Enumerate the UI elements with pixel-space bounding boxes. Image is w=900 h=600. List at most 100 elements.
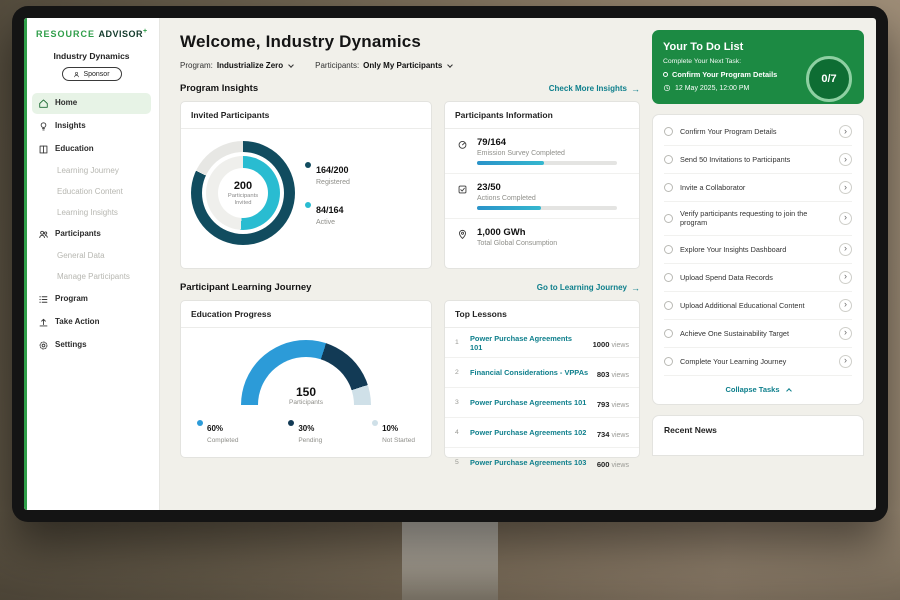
lesson-row: 5 Power Purchase Agreements 103 600views — [445, 448, 639, 477]
page-title: Welcome, Industry Dynamics — [180, 32, 640, 52]
chevron-down-icon — [447, 62, 453, 68]
sidebar-item-settings[interactable]: Settings — [32, 335, 151, 356]
chevron-right-icon[interactable]: › — [839, 327, 852, 340]
brand-resource: RESOURCE — [36, 29, 95, 39]
monitor-bezel: RESOURCE ADVISOR+ Industry Dynamics Spon… — [12, 6, 888, 522]
lesson-row: 4 Power Purchase Agreements 102 734views — [445, 418, 639, 448]
task-checkbox[interactable] — [664, 301, 673, 310]
participants-select[interactable]: Participants: Only My Participants — [315, 61, 452, 70]
sidebar-item-label: Learning Insights — [57, 209, 118, 218]
chevron-right-icon[interactable]: › — [839, 181, 852, 194]
location-pin-icon — [457, 229, 468, 240]
sidebar-item-participants[interactable]: Participants — [32, 224, 151, 245]
legend-dot — [305, 162, 311, 168]
task-checkbox[interactable] — [664, 245, 673, 254]
task-checkbox[interactable] — [664, 214, 673, 223]
desk-shadow — [0, 510, 900, 600]
task-item[interactable]: Upload Additional Educational Content › — [664, 292, 852, 320]
task-checkbox[interactable] — [664, 329, 673, 338]
chevron-right-icon[interactable]: › — [839, 355, 852, 368]
program-select[interactable]: Program: Industrialize Zero — [180, 61, 293, 70]
main-content: Welcome, Industry Dynamics Program: Indu… — [160, 18, 652, 510]
lesson-link[interactable]: Power Purchase Agreements 101 — [470, 334, 586, 352]
chevron-down-icon — [288, 62, 294, 68]
task-checkbox[interactable] — [664, 357, 673, 366]
insights-cards-row: Invited Participants 200 Participants In… — [180, 101, 640, 269]
org-name: Industry Dynamics — [32, 51, 151, 61]
task-checkbox[interactable] — [664, 155, 673, 164]
task-bullet-icon — [663, 72, 668, 77]
task-checkbox[interactable] — [664, 127, 673, 136]
legend-dot — [372, 420, 378, 426]
go-to-learning-journey-link[interactable]: Go to Learning Journey — [537, 283, 640, 293]
sidebar-item-label: Program — [55, 295, 88, 304]
lesson-link[interactable]: Power Purchase Agreements 101 — [470, 398, 590, 407]
task-item[interactable]: Invite a Collaborator › — [664, 174, 852, 202]
info-progress-fill — [477, 206, 541, 210]
invited-center-label: Participants Invited — [222, 193, 264, 207]
lessons-card-title: Top Lessons — [445, 301, 639, 328]
brand-advisor: ADVISOR — [99, 29, 144, 39]
person-icon — [73, 71, 80, 78]
sidebar-item-label: Take Action — [55, 318, 99, 327]
sidebar-item-learning-journey[interactable]: Learning Journey — [32, 162, 151, 181]
sidebar-item-take-action[interactable]: Take Action — [32, 312, 151, 333]
chevron-right-icon[interactable]: › — [839, 153, 852, 166]
sidebar-item-education-content[interactable]: Education Content — [32, 183, 151, 202]
invited-legend: 164/200 Registered 84/164 Active — [305, 160, 350, 226]
check-more-insights-link[interactable]: Check More Insights — [549, 84, 640, 94]
task-item[interactable]: Confirm Your Program Details › — [664, 118, 852, 146]
gauge-center-value: 150 — [241, 385, 371, 399]
recent-news-card: Recent News — [652, 415, 864, 456]
invited-donut-chart: 200 Participants Invited — [191, 141, 295, 245]
sidebar-item-general-data[interactable]: General Data — [32, 247, 151, 266]
task-item[interactable]: Explore Your Insights Dashboard › — [664, 236, 852, 264]
sidebar-item-manage-participants[interactable]: Manage Participants — [32, 268, 151, 287]
lesson-link[interactable]: Financial Considerations - VPPAs — [470, 368, 590, 377]
home-icon — [38, 98, 49, 109]
task-checkbox[interactable] — [664, 183, 673, 192]
sidebar-item-program[interactable]: Program — [32, 289, 151, 310]
arrow-right-icon — [631, 283, 640, 293]
lesson-row: 1 Power Purchase Agreements 101 1000view… — [445, 328, 639, 358]
sidebar-item-education[interactable]: Education — [32, 139, 151, 160]
task-item[interactable]: Complete Your Learning Journey › — [664, 348, 852, 376]
lesson-link[interactable]: Power Purchase Agreements 102 — [470, 428, 590, 437]
legend-item-pending: 30% Pending — [288, 418, 322, 444]
todo-next-task[interactable]: Confirm Your Program Details — [663, 70, 803, 79]
recent-news-title: Recent News — [664, 425, 717, 435]
sidebar-item-label: Learning Journey — [57, 167, 119, 176]
check-square-icon — [457, 184, 468, 195]
sidebar-item-learning-insights[interactable]: Learning Insights — [32, 204, 151, 223]
task-item[interactable]: Verify participants requesting to join t… — [664, 202, 852, 236]
people-icon — [38, 229, 49, 240]
program-select-value: Industrialize Zero — [217, 61, 283, 70]
legend-dot — [197, 420, 203, 426]
chevron-right-icon[interactable]: › — [839, 212, 852, 225]
task-item[interactable]: Send 50 Invitations to Participants › — [664, 146, 852, 174]
sidebar-item-insights[interactable]: Insights — [32, 116, 151, 137]
lesson-link[interactable]: Power Purchase Agreements 103 — [470, 458, 590, 467]
chevron-right-icon[interactable]: › — [839, 271, 852, 284]
chevron-right-icon[interactable]: › — [839, 243, 852, 256]
chevron-right-icon[interactable]: › — [839, 125, 852, 138]
upload-action-icon — [38, 317, 49, 328]
legend-dot — [305, 202, 311, 208]
task-checkbox[interactable] — [664, 273, 673, 282]
photo-background: RESOURCE ADVISOR+ Industry Dynamics Spon… — [0, 0, 900, 600]
collapse-tasks-link[interactable]: Collapse Tasks — [664, 376, 852, 404]
sidebar-item-label: General Data — [57, 252, 105, 261]
sponsor-badge[interactable]: Sponsor — [62, 67, 122, 81]
education-legend: 60% Completed 30% Pending 10% — [181, 406, 431, 444]
arrow-right-icon — [631, 84, 640, 94]
legend-item-not-started: 10% Not Started — [372, 418, 415, 444]
participants-information-card: Participants Information 79/164 Emission… — [444, 101, 640, 269]
sidebar-item-home[interactable]: Home — [32, 93, 151, 114]
sidebar-item-label: Manage Participants — [57, 273, 130, 282]
chevron-right-icon[interactable]: › — [839, 299, 852, 312]
info-row-survey: 79/164 Emission Survey Completed — [445, 129, 639, 174]
task-item[interactable]: Achieve One Sustainability Target › — [664, 320, 852, 348]
sidebar-item-label: Education — [55, 145, 94, 154]
task-item[interactable]: Upload Spend Data Records › — [664, 264, 852, 292]
learning-journey-header: Participant Learning Journey Go to Learn… — [180, 282, 640, 293]
